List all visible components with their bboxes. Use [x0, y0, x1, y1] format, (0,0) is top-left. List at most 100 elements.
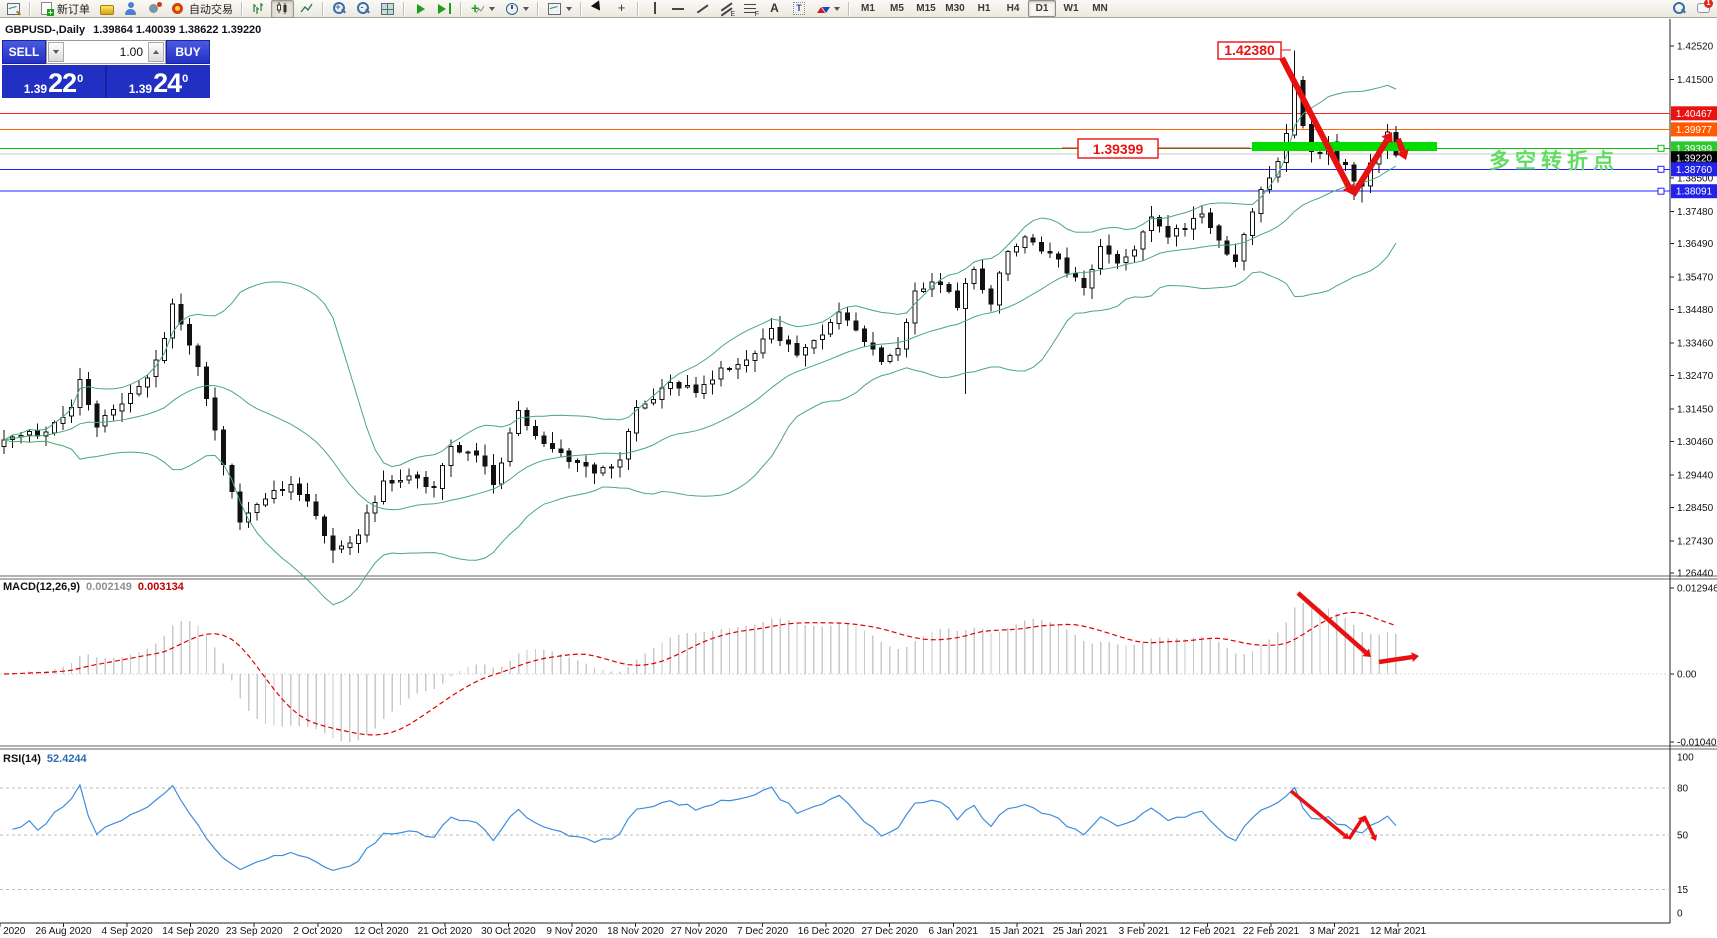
label-icon: T — [791, 1, 806, 16]
svg-text:18 Nov 2020: 18 Nov 2020 — [607, 926, 664, 937]
hline-tool-button[interactable] — [667, 0, 690, 18]
tab-timeframe-m30[interactable]: M30 — [941, 0, 969, 17]
arrows-icon — [815, 1, 830, 16]
svg-text:16 Dec 2020: 16 Dec 2020 — [798, 926, 855, 937]
indicators-button[interactable]: + — [466, 0, 499, 18]
chart-shift-button[interactable] — [433, 0, 456, 18]
svg-text:1.39977: 1.39977 — [1676, 125, 1713, 136]
volume-down-button[interactable] — [48, 42, 64, 62]
signals-button[interactable] — [143, 0, 166, 18]
svg-text:12 Oct 2020: 12 Oct 2020 — [354, 926, 409, 937]
vline-tool-button[interactable] — [643, 0, 666, 18]
chart-ohlc-values: 1.39864 1.40039 1.38622 1.39220 — [93, 24, 261, 36]
ask-price[interactable]: 1.39240 — [107, 65, 210, 98]
chat-button[interactable]: 1 — [1692, 0, 1715, 18]
svg-text:21 Oct 2020: 21 Oct 2020 — [418, 926, 473, 937]
svg-text:12 Mar 2021: 12 Mar 2021 — [1370, 926, 1427, 937]
svg-text:-0.010401: -0.010401 — [1677, 738, 1717, 749]
svg-text:1.34480: 1.34480 — [1677, 305, 1714, 316]
auto-scroll-button[interactable] — [409, 0, 432, 18]
search-button[interactable] — [1668, 0, 1691, 18]
chart-canvas[interactable]: 1.423801.39399多空转折点1.425201.415001.38500… — [0, 0, 1717, 938]
svg-text:27 Dec 2020: 27 Dec 2020 — [861, 926, 918, 937]
macd-main-value: 0.002149 — [86, 581, 132, 593]
support-zone-bar — [1252, 142, 1437, 151]
svg-text:0: 0 — [1677, 909, 1683, 920]
crosshair-tool-button[interactable]: + — [610, 0, 633, 18]
text-tool-button[interactable]: A — [763, 0, 786, 18]
templates-caret-icon — [566, 7, 572, 11]
cursor-icon — [590, 1, 605, 16]
svg-text:1.37480: 1.37480 — [1677, 207, 1714, 218]
zoom-in-button[interactable]: + — [328, 0, 351, 18]
svg-text:1.36490: 1.36490 — [1677, 239, 1714, 250]
signals-icon — [147, 1, 162, 16]
svg-text:1.42520: 1.42520 — [1677, 42, 1714, 53]
svg-text:15: 15 — [1677, 885, 1689, 896]
tab-timeframe-w1[interactable]: W1 — [1057, 0, 1085, 17]
gold-button[interactable] — [95, 0, 118, 18]
zoom-in-icon: + — [332, 1, 347, 16]
template-icon — [547, 1, 562, 16]
community-button[interactable] — [119, 0, 142, 18]
svg-text:1.31450: 1.31450 — [1677, 404, 1714, 415]
tab-timeframe-h4[interactable]: H4 — [999, 0, 1027, 17]
tab-timeframe-m15[interactable]: M15 — [912, 0, 940, 17]
tile-windows-button[interactable] — [376, 0, 399, 18]
channel-icon: E — [719, 1, 734, 16]
templates-button[interactable] — [543, 0, 576, 18]
new-order-label: 新订单 — [57, 1, 90, 17]
svg-text:1.41500: 1.41500 — [1677, 75, 1714, 86]
svg-text:0.00: 0.00 — [1677, 670, 1697, 681]
bid-price[interactable]: 1.39220 — [2, 65, 107, 98]
chat-badge: 1 — [1704, 0, 1713, 8]
channel-tool-button[interactable]: E — [715, 0, 738, 18]
timeframe-bar: M1M5M15M30H1H4D1W1MN — [854, 0, 1114, 17]
trendline-tool-button[interactable] — [691, 0, 714, 18]
svg-text:1.35470: 1.35470 — [1677, 273, 1714, 284]
cursor-tool-button[interactable] — [586, 0, 609, 18]
candle-chart-icon — [275, 1, 290, 16]
new-order-button[interactable]: + 新订单 — [35, 0, 94, 18]
tab-timeframe-m5[interactable]: M5 — [883, 0, 911, 17]
line-chart-button[interactable] — [295, 0, 318, 18]
volume-input[interactable]: 1.00 — [65, 41, 147, 63]
bar-chart-button[interactable] — [247, 0, 270, 18]
zoom-out-button[interactable]: - — [352, 0, 375, 18]
label-tool-button[interactable]: T — [787, 0, 810, 18]
svg-text:1.29440: 1.29440 — [1677, 470, 1714, 481]
tab-timeframe-m1[interactable]: M1 — [854, 0, 882, 17]
search-icon — [1672, 1, 1687, 16]
community-icon — [123, 1, 138, 16]
svg-text:27 Nov 2020: 27 Nov 2020 — [671, 926, 728, 937]
tab-timeframe-d1[interactable]: D1 — [1028, 0, 1056, 17]
one-click-trading-panel: SELL 1.00 BUY 1.39220 1.39240 — [2, 40, 210, 98]
indicators-icon: + — [470, 1, 485, 16]
svg-text:7 Dec 2020: 7 Dec 2020 — [737, 926, 789, 937]
triangle-down-icon — [53, 50, 59, 54]
shapes-tool-button[interactable] — [811, 0, 844, 18]
auto-trading-button[interactable]: 自动交易 — [167, 0, 237, 18]
fibonacci-tool-button[interactable]: F — [739, 0, 762, 18]
tab-timeframe-h1[interactable]: H1 — [970, 0, 998, 17]
tab-timeframe-mn[interactable]: MN — [1086, 0, 1114, 17]
svg-text:100: 100 — [1677, 753, 1694, 764]
periods-button[interactable] — [500, 0, 533, 18]
auto-scroll-icon — [413, 1, 428, 16]
buy-button[interactable]: BUY — [166, 40, 210, 64]
volume-up-button[interactable] — [148, 42, 164, 62]
svg-text:26 Aug 2020: 26 Aug 2020 — [35, 926, 92, 937]
bar-chart-icon — [251, 1, 266, 16]
svg-text:1.38091: 1.38091 — [1676, 187, 1713, 198]
line-handle — [1658, 166, 1664, 172]
line-chart-icon — [299, 1, 314, 16]
svg-text:6 Jan 2021: 6 Jan 2021 — [929, 926, 979, 937]
svg-text:2 Oct 2020: 2 Oct 2020 — [293, 926, 342, 937]
candle-chart-button[interactable] — [271, 0, 294, 18]
sell-button[interactable]: SELL — [2, 40, 46, 64]
chart-window-button[interactable] — [2, 0, 25, 18]
chart-symbol-period: GBPUSD-,Daily — [5, 24, 85, 36]
svg-text:1.27430: 1.27430 — [1677, 536, 1714, 547]
macd-indicator-label: MACD(12,26,9)0.0021490.003134 — [3, 581, 184, 593]
svg-text:1.33460: 1.33460 — [1677, 339, 1714, 350]
